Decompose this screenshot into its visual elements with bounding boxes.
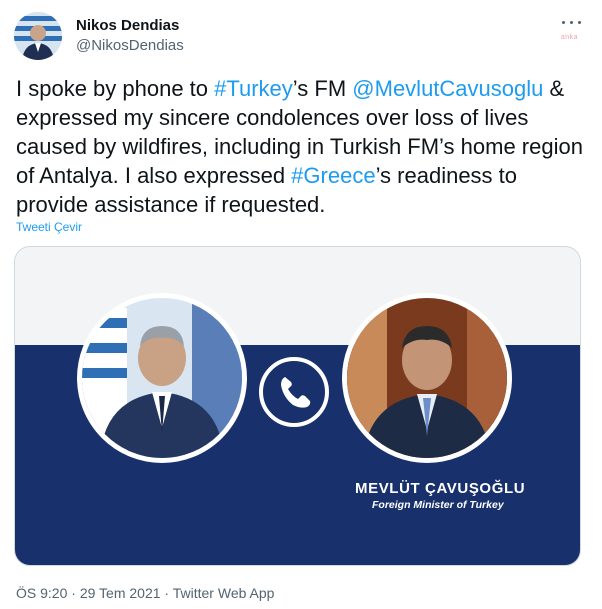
user-names: Nikos Dendias @NikosDendias — [76, 16, 184, 56]
tweet-time-link[interactable]: ÖS 9:20 — [16, 585, 67, 601]
tweet-media-card[interactable]: MEVLÜT ÇAVUŞOĞLU Foreign Minister of Tur… — [14, 246, 581, 566]
tweet-date-link[interactable]: 29 Tem 2021 — [80, 585, 161, 601]
user-handle[interactable]: @NikosDendias — [76, 36, 184, 56]
avatar[interactable] — [14, 12, 62, 60]
more-horizontal-icon[interactable] — [560, 14, 584, 30]
phone-icon — [259, 357, 329, 427]
portrait-right — [342, 293, 512, 463]
tweet-text: I spoke by phone to #Turkey’s FM @Mevlut… — [16, 74, 586, 219]
card-name-caption: MEVLÜT ÇAVUŞOĞLU — [355, 480, 526, 497]
display-name[interactable]: Nikos Dendias — [76, 16, 184, 36]
tweet-meta: ÖS 9:20 · 29 Tem 2021 · Twitter Web App — [16, 585, 274, 601]
mention-link[interactable]: @MevlutCavusoglu — [352, 76, 543, 101]
watermark: anka — [560, 34, 578, 41]
portrait-left — [77, 293, 247, 463]
text-segment: I spoke by phone to — [16, 76, 215, 101]
text-segment: ’s FM — [292, 76, 353, 101]
separator: · — [71, 585, 80, 601]
translate-tweet-link[interactable]: Tweeti Çevir — [16, 220, 82, 234]
tweet-header: Nikos Dendias @NikosDendias anka — [14, 12, 588, 60]
hashtag-greece-link[interactable]: #Greece — [291, 163, 375, 188]
avatar-image — [14, 12, 62, 60]
tweet-source: Twitter Web App — [172, 585, 275, 601]
separator: · — [164, 585, 173, 601]
card-role-caption: Foreign Minister of Turkey — [372, 499, 504, 511]
hashtag-turkey-link[interactable]: #Turkey — [214, 76, 293, 101]
